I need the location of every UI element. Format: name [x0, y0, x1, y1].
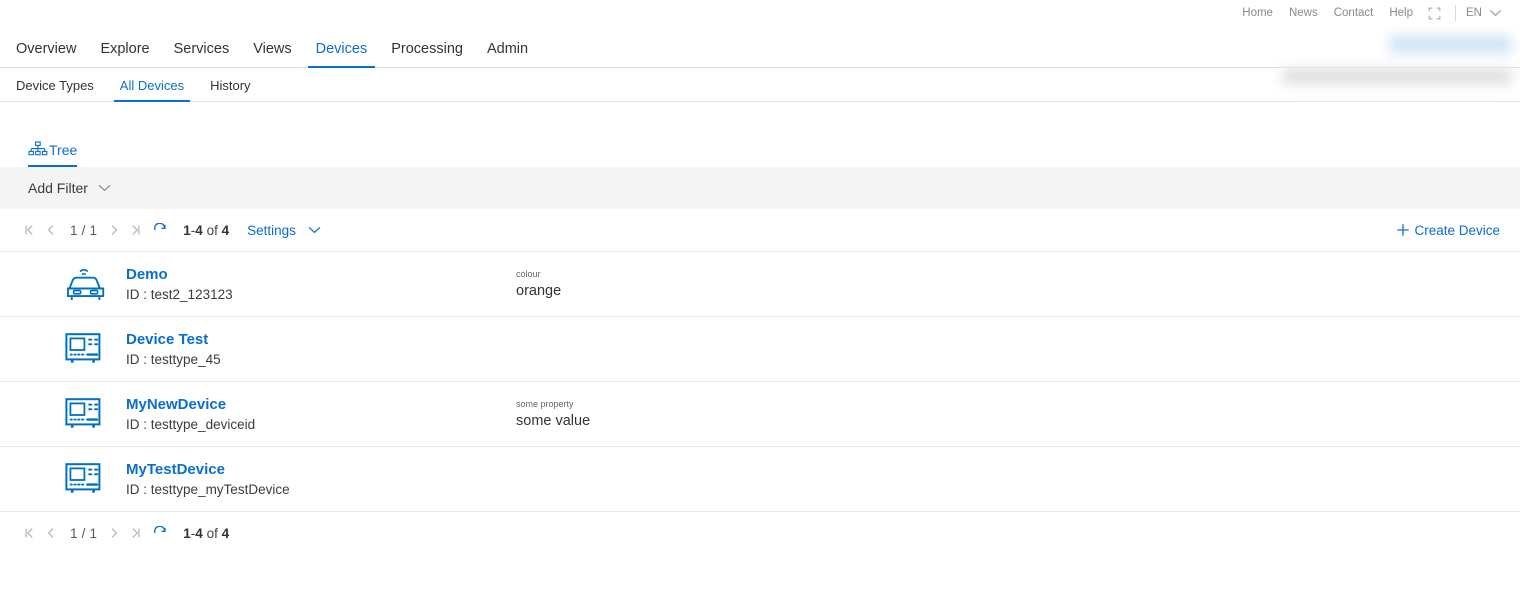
settings-button[interactable]: Settings [247, 223, 296, 238]
nav-item-devices[interactable]: Devices [307, 41, 376, 68]
page-indicator: 1 / 1 [70, 525, 98, 541]
device-main-cell: Device Test ID : testtype_45 [126, 331, 516, 368]
device-id-value: testtype_myTestDevice [150, 481, 290, 497]
device-icon-cell [16, 461, 126, 497]
filter-bar: Add Filter [0, 167, 1520, 209]
device-id-value: testtype_deviceid [150, 416, 256, 432]
property-value: orange [516, 282, 562, 299]
utility-link-contact[interactable]: Contact [1326, 0, 1382, 26]
tab-tree[interactable]: Tree [28, 141, 78, 167]
connected-car-icon [67, 269, 105, 301]
hierarchy-tree-icon [28, 141, 48, 156]
main-content: Tree Add Filter 1 / 1 1-4 of 4 Settings … [0, 120, 1520, 554]
page-prev-button[interactable] [40, 522, 62, 544]
refresh-icon[interactable] [149, 522, 171, 544]
device-name-link[interactable]: Demo [126, 266, 516, 283]
table-row[interactable]: Demo ID : test2_123123 colour orange [0, 252, 1520, 317]
device-id: ID : test2_123123 [126, 287, 516, 303]
device-icon-cell [16, 264, 126, 304]
page-first-button[interactable] [18, 219, 40, 241]
create-device-button[interactable]: Create Device [1396, 223, 1504, 238]
property-key: some property [516, 398, 574, 409]
nav-item-admin[interactable]: Admin [479, 41, 536, 67]
add-filter-button[interactable]: Add Filter [28, 180, 88, 196]
nav-item-explore[interactable]: Explore [92, 41, 157, 67]
chevron-down-icon [1489, 9, 1502, 17]
table-row[interactable]: MyTestDevice ID : testtype_myTestDevice [0, 447, 1520, 512]
pagination-toolbar-bottom: 1 / 1 1-4 of 4 [0, 512, 1520, 554]
utility-link-help[interactable]: Help [1381, 0, 1421, 26]
page-next-button[interactable] [103, 522, 125, 544]
device-machine-icon [65, 463, 101, 493]
device-id-label: ID : [126, 286, 148, 302]
device-machine-icon [65, 398, 101, 428]
sub-navigation: Device Types All Devices History [0, 68, 1520, 102]
device-id-label: ID : [126, 351, 148, 367]
subnav-item-history[interactable]: History [204, 78, 256, 101]
device-id: ID : testtype_45 [126, 352, 516, 368]
subnav-item-device-types[interactable]: Device Types [16, 78, 100, 101]
table-row[interactable]: MyNewDevice ID : testtype_deviceid some … [0, 382, 1520, 447]
view-tabs: Tree [0, 120, 1520, 167]
refresh-icon[interactable] [149, 219, 171, 241]
settings-chevron-down-icon[interactable] [308, 226, 321, 234]
page-last-button[interactable] [125, 219, 147, 241]
range-to: 4 [195, 222, 203, 238]
language-label: EN [1466, 7, 1482, 19]
table-row[interactable]: Device Test ID : testtype_45 [0, 317, 1520, 382]
utility-link-news[interactable]: News [1281, 0, 1326, 26]
page-prev-button[interactable] [40, 219, 62, 241]
device-main-cell: Demo ID : test2_123123 [126, 266, 516, 303]
range-total: 4 [221, 222, 230, 238]
page-last-button[interactable] [125, 522, 147, 544]
chevron-down-icon[interactable] [98, 184, 111, 192]
utility-link-home[interactable]: Home [1234, 0, 1281, 26]
main-navigation: Overview Explore Services Views Devices … [0, 26, 1520, 68]
nav-item-views[interactable]: Views [245, 41, 299, 67]
device-icon-cell [16, 396, 126, 432]
range-of: of [206, 525, 218, 541]
create-device-label: Create Device [1414, 222, 1500, 238]
device-name-link[interactable]: MyNewDevice [126, 396, 516, 413]
page-next-button[interactable] [103, 219, 125, 241]
device-id-value: testtype_45 [150, 351, 221, 367]
property-value: some value [516, 412, 591, 429]
device-icon-cell [16, 331, 126, 367]
result-range: 1-4 of 4 [183, 526, 229, 541]
nav-item-overview[interactable]: Overview [16, 41, 84, 67]
device-id: ID : testtype_deviceid [126, 417, 516, 433]
device-list: Demo ID : test2_123123 colour orange Dev… [0, 251, 1520, 512]
device-id-label: ID : [126, 416, 148, 432]
utility-bar: Home News Contact Help EN [0, 0, 1520, 26]
subnav-item-all-devices[interactable]: All Devices [113, 78, 191, 102]
nav-item-services[interactable]: Services [166, 41, 238, 67]
result-range: 1-4 of 4 [183, 223, 229, 238]
range-total: 4 [221, 525, 230, 541]
range-to: 4 [195, 525, 203, 541]
range-of: of [206, 222, 218, 238]
range-from: 1 [183, 525, 191, 541]
fullscreen-icon[interactable] [1423, 2, 1445, 24]
device-id-label: ID : [126, 481, 148, 497]
utility-divider [1455, 5, 1457, 21]
page-indicator: 1 / 1 [70, 222, 98, 238]
device-id-value: test2_123123 [150, 286, 233, 302]
device-name-link[interactable]: MyTestDevice [126, 461, 516, 478]
plus-icon [1397, 224, 1410, 236]
nav-item-processing[interactable]: Processing [383, 41, 471, 67]
page-first-button[interactable] [18, 522, 40, 544]
device-machine-icon [65, 333, 101, 363]
device-property-cell: some property some value [516, 399, 590, 430]
range-from: 1 [183, 222, 191, 238]
device-main-cell: MyTestDevice ID : testtype_myTestDevice [126, 461, 516, 498]
tab-tree-label: Tree [49, 141, 78, 158]
device-name-link[interactable]: Device Test [126, 331, 516, 348]
pagination-toolbar-top: 1 / 1 1-4 of 4 Settings Create Device [0, 209, 1520, 251]
property-key: colour [516, 268, 541, 279]
device-id: ID : testtype_myTestDevice [126, 482, 516, 498]
device-main-cell: MyNewDevice ID : testtype_deviceid [126, 396, 516, 433]
language-selector[interactable]: EN [1466, 7, 1506, 19]
device-property-cell: colour orange [516, 269, 561, 300]
